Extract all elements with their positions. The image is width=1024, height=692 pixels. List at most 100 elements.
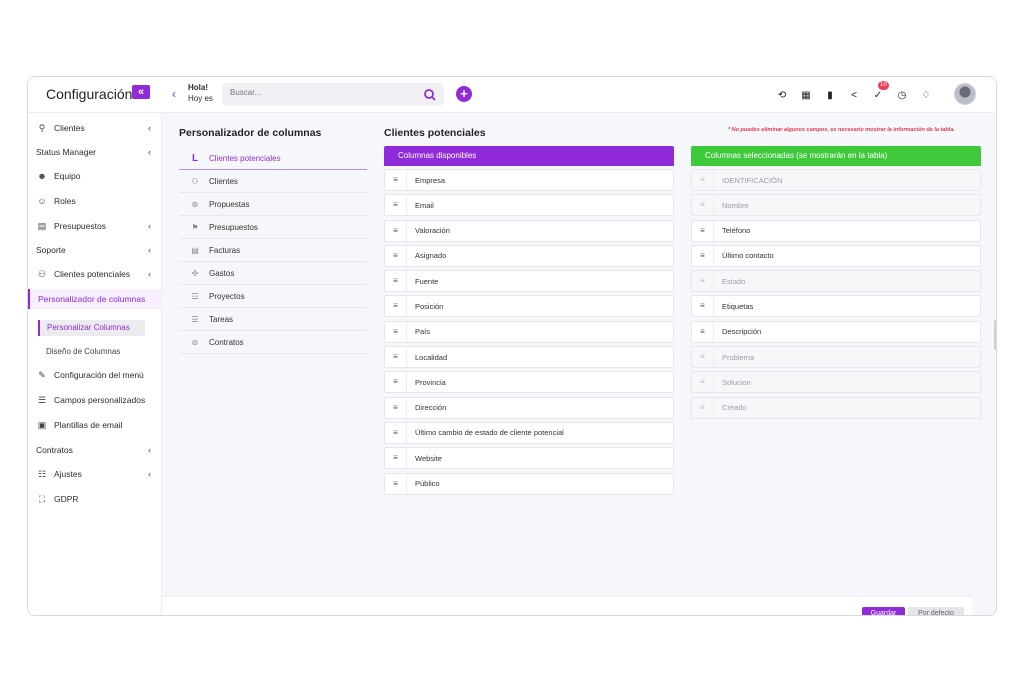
available-column-item[interactable]: ≡ Provincia (384, 371, 674, 394)
notification-badge: 10 (878, 81, 889, 90)
drag-handle-icon[interactable]: ≡ (385, 397, 407, 418)
drag-handle-icon[interactable]: ≡ (385, 372, 407, 393)
gdpr-icon: ⛶ (38, 493, 46, 504)
category-clientes-potenciales[interactable]: L Clientes potenciales (179, 147, 367, 170)
available-column-item[interactable]: ≡ Fuente (384, 270, 674, 293)
category-presupuestos[interactable]: ⚑ Presupuestos (179, 216, 367, 239)
sidebar-item-clientes[interactable]: ⚲ Clientes ‹ (28, 118, 162, 138)
category-contratos[interactable]: ⊜ Contratos (179, 331, 367, 354)
selected-column-item[interactable]: ≡ Último contacto (691, 244, 981, 267)
selected-column-item: ≡ Creado (691, 396, 981, 419)
category-clientes[interactable]: ⚇ Clientes (179, 170, 367, 193)
drag-handle-icon[interactable]: ≡ (692, 220, 714, 241)
chevron-left-icon: ‹ (148, 445, 151, 455)
available-column-item[interactable]: ≡ Website (384, 447, 674, 470)
category-proyectos[interactable]: ☲ Proyectos (179, 285, 367, 308)
bell-icon[interactable]: ♢ (914, 87, 938, 103)
top-bar: Configuración « ‹ Hola! Hoy es + ⟲ ▦ ▮ <… (28, 77, 996, 113)
project-icon: ☲ (191, 291, 199, 301)
sidebar-item-contratos[interactable]: Contratos ‹ (28, 440, 162, 460)
available-column-item[interactable]: ≡ Valoración (384, 219, 674, 242)
flag-icon: ⚑ (191, 222, 199, 232)
double-chevron-left-icon[interactable]: « (132, 85, 150, 99)
search-input[interactable] (230, 88, 410, 97)
sidebar-subitem-diseno-columnas[interactable]: Diseño de Columnas (46, 347, 120, 356)
chevron-left-icon: ‹ (148, 147, 151, 157)
list-icon: ☰ (37, 394, 47, 405)
reset-default-button[interactable]: Por defecto (908, 607, 964, 615)
drag-handle-icon[interactable]: ≡ (385, 271, 407, 292)
category-gastos[interactable]: ✣ Gastos (179, 262, 367, 285)
users-icon: ⚇ (191, 176, 199, 186)
drag-handle-icon: ≡ (692, 195, 714, 216)
drag-handle-icon[interactable]: ≡ (692, 245, 714, 266)
grid-icon[interactable]: ▦ (794, 87, 818, 103)
drag-handle-icon[interactable]: ≡ (385, 448, 407, 469)
sidebar-item-ajustes[interactable]: ☷ Ajustes ‹ (28, 464, 162, 484)
greeting-text: Hola! (188, 83, 208, 92)
sidebar-item-plantillas-email[interactable]: ▣ Plantillas de email (28, 415, 162, 435)
drag-handle-icon[interactable]: ≡ (385, 170, 407, 190)
chevron-left-icon: ‹ (148, 469, 151, 479)
scrollbar[interactable] (994, 320, 996, 350)
greeting: Hola! Hoy es (188, 82, 213, 104)
chevron-left-icon: ‹ (148, 269, 151, 279)
available-column-item[interactable]: ≡ Público (384, 472, 674, 495)
sidebar-item-campos-personalizados[interactable]: ☰ Campos personalizados (28, 390, 162, 410)
drag-handle-icon[interactable]: ≡ (385, 220, 407, 241)
drag-handle-icon[interactable]: ≡ (385, 245, 407, 266)
available-column-item[interactable]: ≡ Localidad (384, 346, 674, 369)
sidebar-item-configuracion-menu[interactable]: ✎ Configuración del menú (28, 365, 162, 385)
drag-handle-icon[interactable]: ≡ (385, 473, 407, 494)
category-propuestas[interactable]: ⊛ Propuestas (179, 193, 367, 216)
add-button[interactable]: + (456, 86, 472, 102)
category-tareas[interactable]: ☰ Tareas (179, 308, 367, 331)
drag-handle-icon[interactable]: ≡ (385, 296, 407, 317)
save-button[interactable]: Guardar (862, 607, 905, 615)
sliders-icon: ☷ (37, 468, 47, 479)
sidebar-item-roles[interactable]: ☺ Roles (28, 191, 162, 211)
sidebar-item-gdpr[interactable]: ⛶ GDPR (28, 489, 162, 509)
search-icon[interactable] (422, 87, 438, 103)
drag-handle-icon: ≡ (692, 397, 714, 418)
available-column-item[interactable]: ≡ Email (384, 194, 674, 217)
category-facturas[interactable]: ▤ Facturas (179, 239, 367, 262)
available-column-item[interactable]: ≡ Empresa (384, 169, 674, 191)
available-column-item[interactable]: ≡ País (384, 320, 674, 343)
drag-handle-icon[interactable]: ≡ (385, 422, 407, 443)
available-column-item[interactable]: ≡ Último cambio de estado de cliente pote… (384, 421, 674, 444)
edit-icon: ✎ (38, 369, 46, 380)
history-icon[interactable]: ⟲ (770, 87, 794, 103)
greeting-subtext: Hoy es (188, 94, 213, 103)
selected-column-item[interactable]: ≡ Descripción (691, 320, 981, 343)
sidebar-item-status-manager[interactable]: Status Manager ‹ (28, 142, 162, 162)
selected-column-item[interactable]: ≡ Teléfono (691, 219, 981, 242)
phone-icon[interactable]: ▮ (818, 87, 842, 103)
chevron-left-icon[interactable]: ‹ (172, 87, 176, 101)
category-list: L Clientes potenciales ⚇ Clientes ⊛ Propues… (179, 147, 367, 354)
share-icon[interactable]: < (842, 87, 866, 103)
available-column-item[interactable]: ≡ Dirección (384, 396, 674, 419)
avatar[interactable] (954, 83, 976, 105)
sidebar-subitem-personalizar-columnas[interactable]: Personalizar Columnas (38, 320, 145, 336)
sidebar-item-presupuestos[interactable]: ▤ Presupuestos ‹ (28, 216, 162, 236)
clock-icon[interactable]: ◷ (890, 87, 914, 103)
sidebar-item-clientes-potenciales[interactable]: ⚇ Clientes potenciales ‹ (28, 264, 162, 284)
drag-handle-icon[interactable]: ≡ (385, 321, 407, 342)
sidebar-item-soporte[interactable]: Soporte ‹ (28, 240, 162, 260)
sidebar-item-equipo[interactable]: ☻ Equipo (28, 166, 162, 186)
available-column-item[interactable]: ≡ Asignado (384, 244, 674, 267)
drag-handle-icon[interactable]: ≡ (692, 296, 714, 317)
check-icon[interactable]: ✓ 10 (866, 81, 890, 103)
available-columns-header: Columnas disponibles (384, 146, 674, 166)
drag-handle-icon[interactable]: ≡ (385, 347, 407, 368)
invoice-icon: ▤ (191, 245, 199, 255)
users-icon: ⚇ (37, 268, 47, 279)
available-column-item[interactable]: ≡ Posición (384, 295, 674, 318)
sidebar-item-personalizador[interactable]: Personalizador de columnas (28, 289, 162, 309)
selected-column-item[interactable]: ≡ Etiquetas (691, 295, 981, 318)
drag-handle-icon[interactable]: ≡ (692, 321, 714, 342)
document-icon: ▤ (37, 220, 47, 231)
drag-handle-icon[interactable]: ≡ (385, 195, 407, 216)
selected-column-item: ≡ IDENTIFICACIÓN (691, 169, 981, 191)
